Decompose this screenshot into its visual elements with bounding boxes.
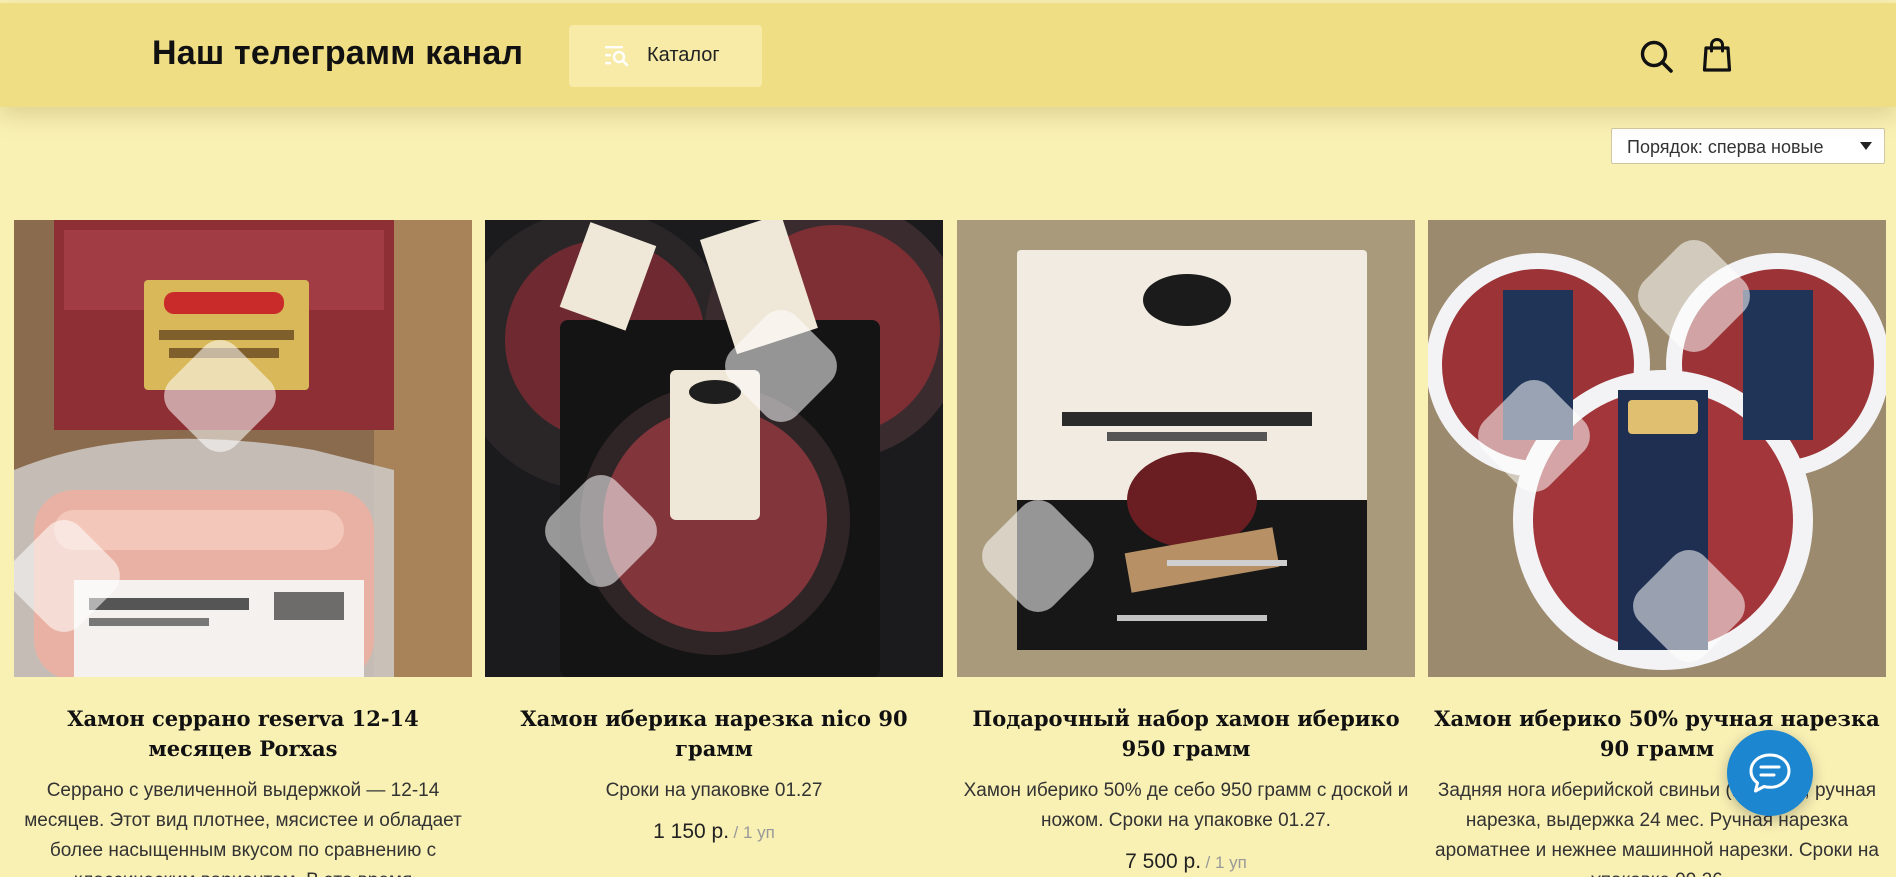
- product-image[interactable]: [485, 220, 943, 677]
- product-title[interactable]: Хамон иберика нарезка nico 90 грамм: [485, 704, 943, 764]
- product-image[interactable]: [1428, 220, 1886, 677]
- product-card: Хамон иберико 50% ручная нарезка 90 грам…: [1428, 220, 1886, 877]
- sort-order-value: Порядок: сперва новые: [1627, 137, 1824, 157]
- price-row: 1 150 р. / 1 уп: [485, 820, 943, 844]
- chat-widget-button[interactable]: [1727, 730, 1813, 816]
- product-description: Задняя нога иберийской свиньи (породы), …: [1435, 780, 1879, 877]
- chat-bubble-icon: [1749, 753, 1791, 793]
- catalog-button[interactable]: Каталог: [569, 25, 762, 87]
- product-description: Серрано с увеличенной выдержкой — 12-14 …: [24, 780, 462, 877]
- product-price: 1 150 р.: [653, 820, 730, 843]
- product-description: Сроки на упаковке 01.27: [605, 780, 823, 801]
- product-card: Подарочный набор хамон иберико 950 грамм…: [957, 220, 1415, 874]
- shopping-bag-icon[interactable]: [1702, 37, 1732, 78]
- product-title[interactable]: Подарочный набор хамон иберико 950 грамм: [957, 704, 1415, 764]
- product-title[interactable]: Хамон иберико 50% ручная нарезка 90 грам…: [1428, 704, 1886, 764]
- sort-order-select[interactable]: Порядок: сперва новые: [1611, 128, 1885, 164]
- price-row: 7 500 р. / 1 уп: [957, 850, 1415, 874]
- product-image[interactable]: [957, 220, 1415, 677]
- product-image[interactable]: [14, 220, 472, 677]
- product-card: Хамон серрано reserva 12-14 месяцев Porx…: [14, 220, 472, 877]
- chevron-down-icon: [1860, 142, 1872, 150]
- product-price: 7 500 р.: [1125, 850, 1202, 873]
- product-card: Хамон иберика нарезка nico 90 грамм Срок…: [485, 220, 943, 844]
- catalog-button-label: Каталог: [647, 44, 720, 66]
- product-title[interactable]: Хамон серрано reserva 12-14 месяцев Porx…: [14, 704, 472, 764]
- telegram-channel-link[interactable]: Наш телеграмм канал: [152, 34, 523, 73]
- site-header: Наш телеграмм канал Каталог: [0, 3, 1896, 107]
- catalog-search-icon: [605, 45, 629, 72]
- product-description: Хамон иберико 50% де себо 950 грамм с до…: [963, 780, 1409, 831]
- product-unit: / 1 уп: [1205, 853, 1247, 872]
- product-unit: / 1 уп: [733, 823, 775, 842]
- search-icon[interactable]: [1640, 40, 1674, 79]
